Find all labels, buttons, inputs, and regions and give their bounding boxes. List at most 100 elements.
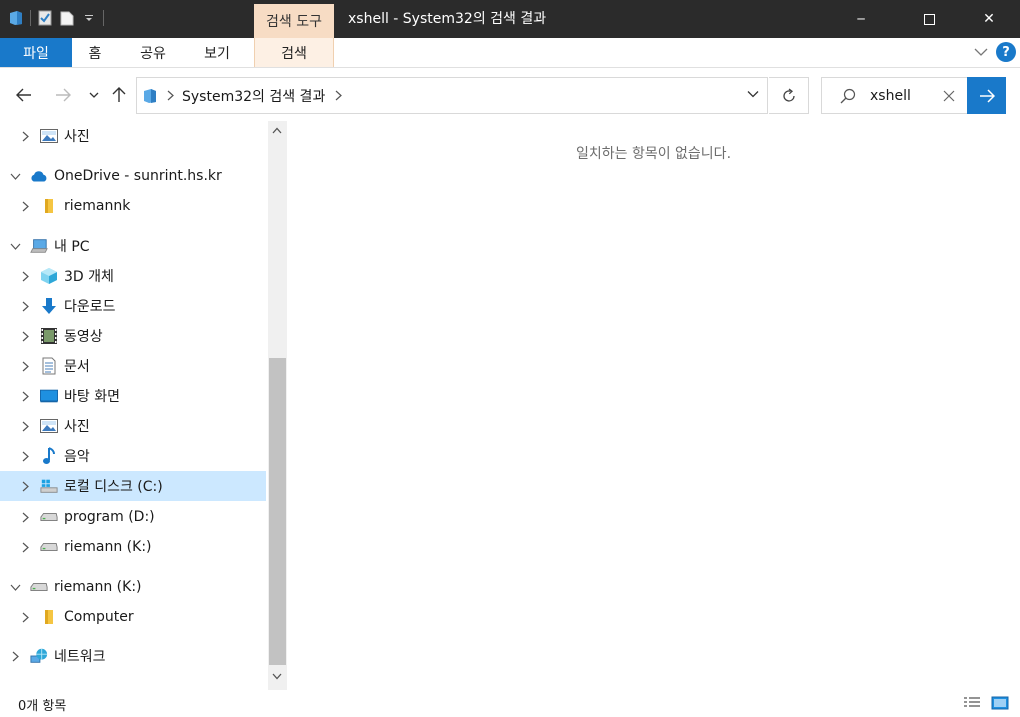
chevron-right-icon[interactable]	[18, 540, 32, 554]
minimize-button[interactable]: ─	[838, 0, 884, 38]
large-icons-view-icon	[991, 696, 1009, 710]
customize-qat-icon[interactable]	[81, 10, 97, 26]
tree-item-label: program (D:)	[64, 509, 155, 525]
chevron-right-icon[interactable]	[18, 329, 32, 343]
chevron-right-icon[interactable]	[18, 389, 32, 403]
item-count: 0개 항목	[18, 699, 67, 714]
chevron-right-icon[interactable]	[18, 419, 32, 433]
chevron-right-icon[interactable]	[18, 510, 32, 524]
chevron-right-icon[interactable]	[18, 269, 32, 283]
chevron-right-icon[interactable]	[18, 359, 32, 373]
clear-search-button[interactable]	[943, 90, 955, 102]
scroll-down-button[interactable]	[272, 673, 282, 680]
refresh-icon	[782, 87, 795, 102]
tree-item-local-disk-c[interactable]: 로컬 디스크 (C:)	[0, 471, 266, 501]
tree-item-desktop[interactable]: 바탕 화면	[0, 381, 266, 411]
tree-item-riemann-k-root[interactable]: riemann (K:)	[0, 572, 266, 602]
large-icons-view-button[interactable]	[990, 694, 1010, 712]
tree-item-pictures[interactable]: 사진	[0, 411, 266, 441]
chevron-down-icon	[272, 673, 282, 680]
this-pc-icon	[30, 237, 48, 255]
close-button[interactable]: ✕	[966, 0, 1012, 38]
tree-item-label: 다운로드	[64, 299, 116, 315]
tree-item-network[interactable]: 네트워크	[0, 641, 266, 671]
close-icon	[943, 90, 955, 102]
desktop-icon	[40, 387, 58, 405]
chevron-down-icon[interactable]	[8, 169, 22, 183]
navigation-pane[interactable]: 사진 OneDrive - sunrint.hs.kr riemannk 내 P…	[0, 121, 268, 690]
details-view-button[interactable]	[962, 694, 982, 712]
empty-results-message: 일치하는 항목이 없습니다.	[575, 146, 732, 162]
search-box[interactable]: xshell	[821, 77, 967, 114]
tree-item-pictures[interactable]: 사진	[0, 121, 266, 151]
tree-item-label: 동영상	[64, 329, 103, 345]
chevron-down-icon	[747, 91, 759, 98]
close-icon: ✕	[983, 11, 995, 27]
tree-item-3d-objects[interactable]: 3D 개체	[0, 261, 266, 291]
navigation-bar: System32의 검색 결과 xshell	[0, 69, 1020, 121]
tab-search[interactable]: 검색	[254, 38, 334, 67]
chevron-right-icon[interactable]	[335, 90, 343, 101]
back-button[interactable]	[12, 83, 36, 107]
3d-objects-icon	[40, 267, 58, 285]
chevron-right-icon[interactable]	[167, 90, 174, 101]
up-button[interactable]	[107, 83, 131, 107]
details-view-icon	[964, 697, 980, 707]
chevron-right-icon[interactable]	[8, 649, 22, 663]
properties-icon[interactable]	[37, 10, 53, 26]
chevron-right-icon[interactable]	[18, 479, 32, 493]
address-bar[interactable]: System32의 검색 결과	[136, 77, 768, 114]
tree-item-program-d[interactable]: program (D:)	[0, 502, 266, 532]
tree-item-label: OneDrive - sunrint.hs.kr	[54, 168, 222, 184]
tab-view[interactable]: 보기	[194, 38, 240, 67]
maximize-button[interactable]	[906, 0, 952, 38]
breadcrumb-current[interactable]: System32의 검색 결과	[182, 86, 325, 106]
search-go-button[interactable]	[967, 77, 1006, 114]
tab-home[interactable]: 홈	[80, 38, 110, 67]
arrow-up-icon	[112, 87, 126, 102]
search-tools-context-label: 검색 도구	[254, 4, 334, 38]
expand-ribbon-button[interactable]	[974, 47, 988, 57]
chevron-down-icon[interactable]	[8, 580, 22, 594]
downloads-icon	[40, 297, 58, 315]
tree-item-label: 음악	[64, 449, 90, 465]
search-icon	[840, 88, 856, 104]
file-list-area[interactable]: 일치하는 항목이 없습니다.	[287, 121, 1020, 690]
chevron-right-icon[interactable]	[18, 129, 32, 143]
title-bar: 검색 도구 xshell - System32의 검색 결과 ─ ✕	[0, 0, 1020, 38]
chevron-right-icon[interactable]	[18, 199, 32, 213]
tree-item-onedrive[interactable]: OneDrive - sunrint.hs.kr	[0, 161, 266, 191]
tree-item-computer[interactable]: Computer	[0, 602, 266, 632]
tree-item-documents[interactable]: 문서	[0, 351, 266, 381]
chevron-right-icon[interactable]	[18, 610, 32, 624]
scroll-thumb[interactable]	[269, 358, 286, 665]
tree-item-label: 사진	[64, 419, 90, 435]
tree-item-music[interactable]: 음악	[0, 441, 266, 471]
documents-icon	[40, 357, 58, 375]
toolbar-separator	[103, 10, 104, 26]
scroll-up-button[interactable]	[272, 127, 282, 134]
forward-button[interactable]	[51, 83, 75, 107]
tree-item-this-pc[interactable]: 내 PC	[0, 231, 266, 261]
navigation-pane-scrollbar[interactable]	[268, 121, 287, 690]
minimize-icon: ─	[857, 12, 865, 26]
tree-item-riemannk[interactable]: riemannk	[0, 191, 266, 221]
tab-file[interactable]: 파일	[0, 38, 72, 67]
explorer-app-icon[interactable]	[8, 10, 24, 26]
chevron-right-icon[interactable]	[18, 449, 32, 463]
ribbon-controls: ?	[974, 42, 1016, 62]
new-folder-icon[interactable]	[59, 10, 75, 26]
tree-item-riemann-k[interactable]: riemann (K:)	[0, 532, 266, 562]
chevron-down-icon[interactable]	[8, 239, 22, 253]
tab-share[interactable]: 공유	[130, 38, 176, 67]
tree-item-label: 문서	[64, 359, 90, 375]
chevron-right-icon[interactable]	[18, 299, 32, 313]
tree-item-videos[interactable]: 동영상	[0, 321, 266, 351]
recent-locations-button[interactable]	[82, 83, 106, 107]
help-button[interactable]: ?	[996, 42, 1016, 62]
search-input[interactable]: xshell	[870, 88, 911, 104]
tree-item-downloads[interactable]: 다운로드	[0, 291, 266, 321]
address-history-button[interactable]	[747, 90, 759, 98]
refresh-button[interactable]	[769, 77, 809, 114]
tree-item-label: riemann (K:)	[54, 579, 142, 595]
